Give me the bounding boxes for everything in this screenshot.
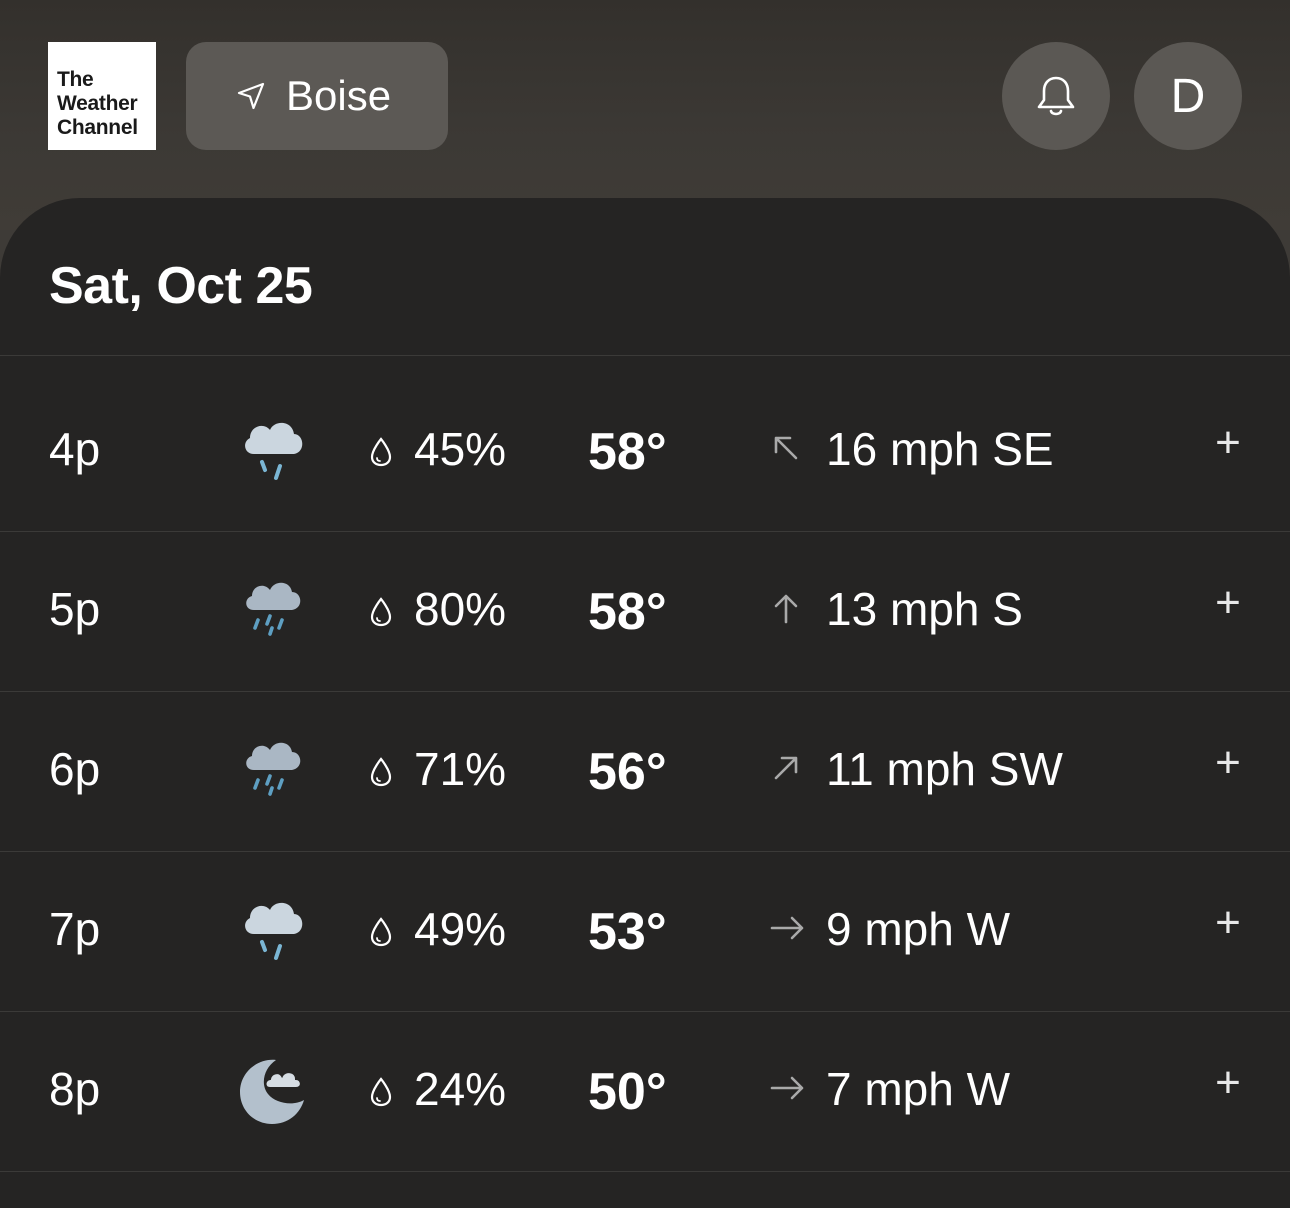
expand-row-button[interactable]: + xyxy=(1208,738,1248,788)
wind-speed: 16 mph SE xyxy=(826,423,1054,475)
north-arrow-icon xyxy=(774,594,798,624)
forecast-row[interactable]: 4p 45% 58° 16 mph SE + xyxy=(0,372,1290,532)
partly-cloudy-night-icon xyxy=(236,1048,308,1132)
forecast-time: 6p xyxy=(49,743,101,795)
temperature: 56° xyxy=(588,743,667,801)
northwest-arrow-icon xyxy=(774,436,798,460)
wind-speed: 7 mph W xyxy=(826,1063,1011,1115)
raindrop-icon xyxy=(370,757,392,787)
rain-icon xyxy=(236,728,308,812)
raindrop-icon xyxy=(370,917,392,947)
weather-channel-logo[interactable]: The Weather Channel xyxy=(48,42,156,150)
temperature: 53° xyxy=(588,903,667,961)
user-avatar-button[interactable]: D xyxy=(1134,42,1242,150)
raindrop-icon xyxy=(370,597,392,627)
raindrop-icon xyxy=(370,437,392,467)
expand-row-button[interactable]: + xyxy=(1208,578,1248,628)
divider xyxy=(0,355,1290,356)
avatar-initial: D xyxy=(1170,69,1206,123)
hourly-forecast-card: Sat, Oct 25 4p 45% 58° 16 mph SE + 5p 80… xyxy=(0,198,1290,1208)
forecast-time: 7p xyxy=(49,903,101,955)
precip-chance: 71% xyxy=(414,743,507,795)
northeast-arrow-icon xyxy=(774,756,798,780)
light-rain-icon xyxy=(236,888,308,972)
forecast-row[interactable]: 7p 49% 53° 9 mph W + xyxy=(0,852,1290,1012)
temperature: 58° xyxy=(588,423,667,481)
raindrop-icon xyxy=(370,1077,392,1107)
expand-row-button[interactable]: + xyxy=(1208,898,1248,948)
wind-speed: 9 mph W xyxy=(826,903,1011,955)
bell-icon xyxy=(1037,76,1075,116)
forecast-row[interactable]: 5p 80% 58° 13 mph S + xyxy=(0,532,1290,692)
precip-chance: 49% xyxy=(414,903,507,955)
precip-chance: 24% xyxy=(414,1063,507,1115)
light-rain-icon xyxy=(236,408,308,492)
forecast-time: 4p xyxy=(49,423,101,475)
location-label: Boise xyxy=(286,72,392,119)
wind-speed: 13 mph S xyxy=(826,583,1023,635)
forecast-date: Sat, Oct 25 xyxy=(49,257,313,315)
forecast-time: 5p xyxy=(49,583,101,635)
app-header: The Weather Channel Boise D xyxy=(0,0,1290,230)
forecast-row[interactable]: 6p 71% 56° 11 mph SW + xyxy=(0,692,1290,852)
logo-line-2: Weather xyxy=(57,92,138,115)
wind-speed: 11 mph SW xyxy=(826,743,1063,795)
logo-line-1: The xyxy=(57,68,94,91)
east-arrow-icon xyxy=(770,1076,804,1100)
temperature: 50° xyxy=(588,1063,667,1121)
precip-chance: 80% xyxy=(414,583,507,635)
navigation-arrow-icon xyxy=(237,82,265,110)
notifications-button[interactable] xyxy=(1002,42,1110,150)
rain-icon xyxy=(236,568,308,652)
forecast-row[interactable]: 8p 24% 50° 7 mph W + xyxy=(0,1012,1290,1172)
east-arrow-icon xyxy=(770,916,804,940)
logo-line-3: Channel xyxy=(57,116,138,139)
forecast-time: 8p xyxy=(49,1063,101,1115)
precip-chance: 45% xyxy=(414,423,507,475)
expand-row-button[interactable]: + xyxy=(1208,418,1248,468)
expand-row-button[interactable]: + xyxy=(1208,1058,1248,1108)
location-button[interactable]: Boise xyxy=(186,42,448,150)
temperature: 58° xyxy=(588,583,667,641)
